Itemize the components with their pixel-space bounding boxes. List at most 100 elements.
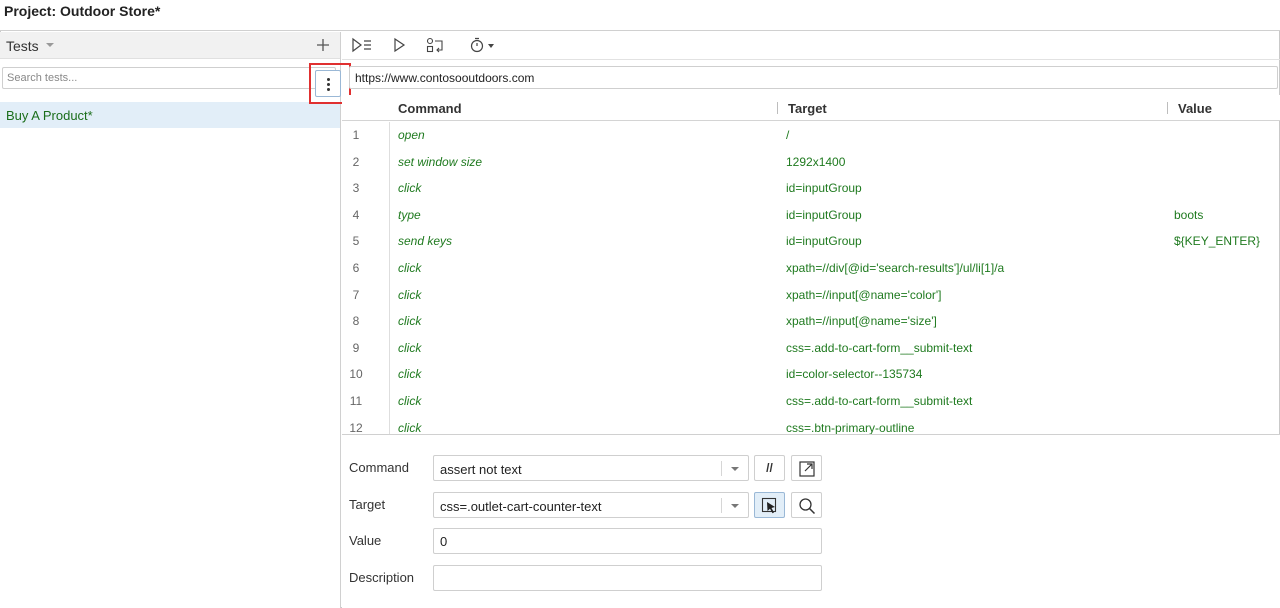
row-number: 11	[349, 394, 363, 408]
table-row[interactable]: 4 type id=inputGroup boots	[342, 202, 1280, 229]
target-select[interactable]: css=.outlet-cart-counter-text	[433, 492, 749, 518]
table-row[interactable]: 9 click css=.add-to-cart-form__submit-te…	[342, 335, 1280, 362]
toolbar	[342, 32, 1280, 60]
column-header-target: Target	[788, 101, 827, 116]
plus-icon	[317, 39, 329, 51]
row-target: id=inputGroup	[786, 234, 862, 249]
stopwatch-icon	[470, 37, 494, 53]
find-target-button[interactable]	[791, 492, 822, 518]
row-command: click	[398, 287, 422, 302]
play-icon	[394, 37, 406, 53]
tests-dropdown-label[interactable]: Tests	[6, 38, 39, 54]
run-all-icon	[352, 37, 371, 53]
record-button[interactable]	[426, 37, 452, 55]
row-command: type	[398, 207, 421, 222]
table-row[interactable]: 8 click xpath=//input[@name='size']	[342, 308, 1280, 335]
project-title-bar: Project: Outdoor Store*	[0, 0, 1280, 31]
row-command: click	[398, 367, 422, 382]
row-number: 7	[352, 287, 360, 302]
column-resize-handle[interactable]	[1167, 102, 1168, 114]
test-item-label: Buy A Product*	[6, 108, 93, 123]
row-target: css=.btn-primary-outline	[786, 420, 915, 434]
search-tests-box	[2, 67, 336, 89]
row-number: 2	[352, 154, 360, 169]
row-command: open	[398, 128, 425, 142]
row-target: css=.add-to-cart-form__submit-text	[786, 340, 973, 355]
tests-sidebar: Tests Buy A Product*	[0, 32, 341, 608]
caret-down-icon[interactable]	[46, 43, 54, 47]
row-command: set window size	[398, 154, 483, 169]
value-input[interactable]	[433, 528, 822, 554]
column-resize-handle[interactable]	[777, 102, 778, 114]
table-row[interactable]: 11 click css=.add-to-cart-form__submit-t…	[342, 388, 1280, 415]
command-label: Command	[349, 460, 409, 475]
row-command: click	[398, 340, 422, 355]
description-label: Description	[349, 570, 415, 585]
command-editor: Command assert not text // Target css=.o…	[342, 434, 1280, 608]
target-label: Target	[349, 497, 386, 512]
commands-table-header: Command Target Value	[342, 95, 1280, 121]
row-target: id=color-selector--135734	[786, 367, 923, 382]
column-header-command: Command	[398, 101, 462, 116]
row-number: 10	[349, 367, 363, 382]
chevron-down-icon	[731, 467, 739, 471]
run-current-test-button[interactable]	[392, 37, 418, 55]
row-number: 1	[352, 128, 360, 142]
row-command: send keys	[398, 234, 453, 249]
command-select[interactable]: assert not text	[433, 455, 749, 481]
commands-table: 1 open / 2 set window size 1292x1400 3 c…	[342, 122, 1280, 434]
row-target: /	[786, 128, 790, 142]
row-value: ${KEY_ENTER}	[1174, 234, 1261, 249]
row-number: 9	[352, 340, 360, 355]
comment-icon: //	[766, 461, 773, 475]
row-number: 8	[352, 314, 360, 329]
row-value: boots	[1174, 207, 1204, 222]
table-row[interactable]: 3 click id=inputGroup	[342, 175, 1280, 202]
table-row[interactable]: 6 click xpath=//div[@id='search-results'…	[342, 255, 1280, 282]
description-input[interactable]	[433, 565, 822, 591]
table-row[interactable]: 2 set window size 1292x1400	[342, 149, 1280, 176]
column-header-value: Value	[1178, 101, 1212, 116]
search-icon	[799, 498, 816, 515]
row-target: css=.add-to-cart-form__submit-text	[786, 394, 973, 408]
add-test-button[interactable]	[314, 35, 332, 55]
table-row[interactable]: 7 click xpath=//input[@name='color']	[342, 282, 1280, 309]
run-all-tests-button[interactable]	[351, 37, 377, 55]
open-reference-button[interactable]	[791, 455, 822, 481]
row-command: click	[398, 261, 422, 275]
test-item-buy-a-product[interactable]: Buy A Product*	[0, 102, 340, 128]
row-target: xpath=//input[@name='size']	[786, 314, 937, 329]
row-command: click	[398, 314, 422, 329]
row-number: 6	[352, 261, 360, 275]
open-external-icon	[799, 461, 815, 477]
comment-toggle-button[interactable]: //	[754, 455, 785, 481]
command-value: assert not text	[440, 462, 522, 477]
row-target: xpath=//input[@name='color']	[786, 287, 942, 302]
row-target: id=inputGroup	[786, 207, 862, 222]
chevron-down-icon	[731, 504, 739, 508]
row-number: 4	[352, 207, 360, 222]
row-command: click	[398, 394, 422, 408]
project-title: Project: Outdoor Store*	[4, 3, 161, 19]
table-row[interactable]: 1 open /	[342, 122, 1280, 149]
test-options-button[interactable]	[315, 70, 341, 97]
tests-header: Tests	[0, 32, 340, 59]
cursor-select-icon	[761, 497, 777, 514]
select-target-button[interactable]	[754, 492, 785, 518]
base-url-field[interactable]: https://www.contosooutdoors.com	[349, 66, 1278, 89]
row-target: id=inputGroup	[786, 181, 862, 196]
row-number: 12	[349, 420, 363, 434]
target-value: css=.outlet-cart-counter-text	[440, 499, 602, 514]
table-row[interactable]: 10 click id=color-selector--135734	[342, 361, 1280, 388]
speed-button[interactable]	[469, 37, 499, 55]
search-tests-input[interactable]	[3, 68, 309, 88]
step-record-icon	[426, 37, 443, 53]
row-number: 5	[352, 234, 360, 249]
row-number: 3	[352, 181, 360, 196]
table-row[interactable]: 12 click css=.btn-primary-outline	[342, 415, 1280, 434]
row-target: xpath=//div[@id='search-results']/ul/li[…	[786, 261, 1005, 275]
row-command: click	[398, 181, 422, 196]
value-label: Value	[349, 533, 382, 548]
row-command: click	[398, 420, 422, 434]
table-row[interactable]: 5 send keys id=inputGroup ${KEY_ENTER}	[342, 228, 1280, 255]
